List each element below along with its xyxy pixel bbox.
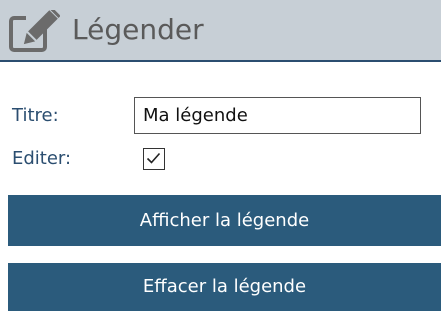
- checkmark-icon: [146, 152, 161, 164]
- clear-legend-button[interactable]: Effacer la légende: [8, 263, 441, 311]
- panel-title: Légender: [72, 13, 204, 46]
- edit-pencil-icon: [8, 7, 61, 54]
- edit-label: Editer:: [12, 148, 72, 169]
- title-input[interactable]: [134, 97, 421, 134]
- show-legend-button[interactable]: Afficher la légende: [8, 195, 441, 246]
- title-label: Titre:: [12, 105, 59, 126]
- legend-panel: Légender Titre: Editer: Afficher la lége…: [0, 0, 441, 311]
- edit-checkbox[interactable]: [143, 148, 165, 170]
- panel-header: Légender: [0, 0, 441, 62]
